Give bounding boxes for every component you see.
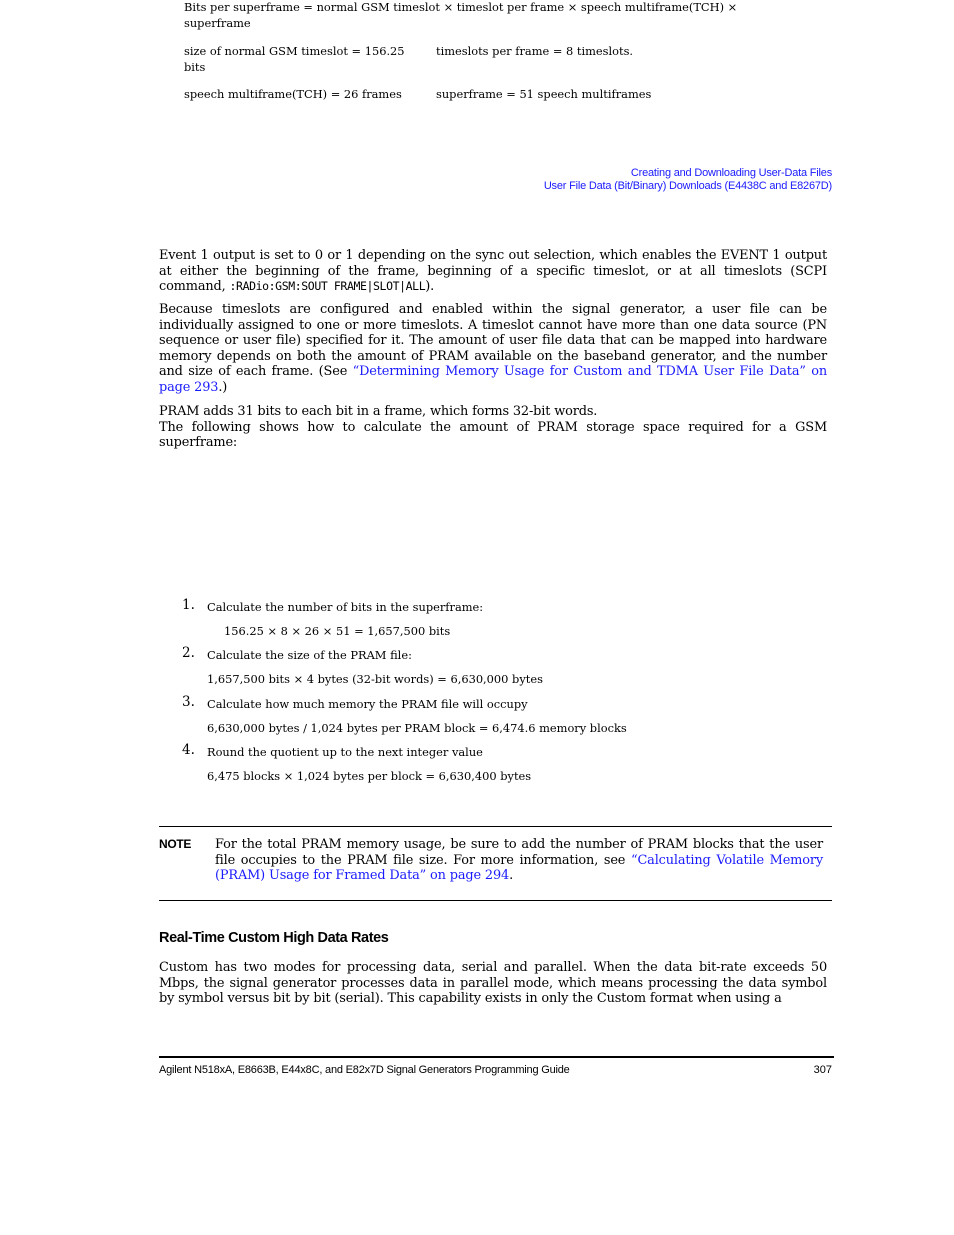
step-number: 1.	[182, 597, 195, 613]
superframe-definition: superframe = 51 speech multiframes	[436, 87, 652, 101]
note-body-end: .	[509, 868, 514, 884]
step-number: 4.	[182, 742, 195, 758]
paragraph-timeslots: Because timeslots are configured and ena…	[159, 302, 827, 396]
note-bottom-divider	[159, 900, 832, 901]
step-calculation: 1,657,500 bits × 4 bytes (32-bit words) …	[207, 672, 543, 686]
paragraph-text: ).	[425, 279, 435, 295]
timeslots-per-frame-definition: timeslots per frame = 8 timeslots.	[436, 44, 634, 58]
header-section-link[interactable]: User File Data (Bit/Binary) Downloads (E…	[544, 180, 832, 193]
step-instruction: Round the quotient up to the next intege…	[207, 745, 483, 759]
section-heading: Real-Time Custom High Data Rates	[159, 930, 389, 946]
speech-multiframe-definition: speech multiframe(TCH) = 26 frames	[184, 87, 402, 101]
step-calculation: 6,630,000 bytes / 1,024 bytes per PRAM b…	[207, 721, 627, 735]
pram-words-sentence: PRAM adds 31 bits to each bit in a frame…	[159, 404, 598, 419]
paragraph-pram: PRAM adds 31 bits to each bit in a frame…	[159, 404, 827, 451]
bits-per-superframe-formula: Bits per superframe = normal GSM timeslo…	[184, 0, 738, 30]
step-calculation: 156.25 × 8 × 26 × 51 = 1,657,500 bits	[224, 624, 451, 638]
running-header: Creating and Downloading User-Data Files…	[544, 167, 832, 192]
step-number: 3.	[182, 694, 195, 710]
paragraph-text: Custom has two modes for processing data…	[159, 960, 827, 1007]
timeslot-size-definition: size of normal GSM timeslot = 156.25 bit…	[184, 44, 405, 74]
pram-calculation-intro: The following shows how to calculate the…	[159, 419, 827, 451]
step-instruction: Calculate the size of the PRAM file:	[207, 648, 412, 662]
page-number: 307	[813, 1064, 832, 1076]
footer-document-title: Agilent N518xA, E8663B, E44x8C, and E82x…	[159, 1064, 570, 1076]
scpi-command-code: :RADio:GSM:SOUT FRAME|SLOT|ALL	[229, 279, 426, 294]
step-instruction: Calculate how much memory the PRAM file …	[207, 697, 528, 711]
note-label: NOTE	[159, 837, 192, 851]
paragraph-high-data-rates: Custom has two modes for processing data…	[159, 960, 827, 1007]
footer-divider	[159, 1056, 834, 1058]
note-top-divider	[159, 826, 832, 827]
step-instruction: Calculate the number of bits in the supe…	[207, 600, 484, 614]
paragraph-text: .)	[218, 379, 228, 395]
step-calculation: 6,475 blocks × 1,024 bytes per block = 6…	[207, 769, 532, 783]
step-number: 2.	[182, 645, 195, 661]
header-chapter-link[interactable]: Creating and Downloading User-Data Files	[544, 167, 832, 180]
note-text: For the total PRAM memory usage, be sure…	[215, 837, 823, 884]
paragraph-event1-output: Event 1 output is set to 0 or 1 dependin…	[159, 248, 827, 295]
